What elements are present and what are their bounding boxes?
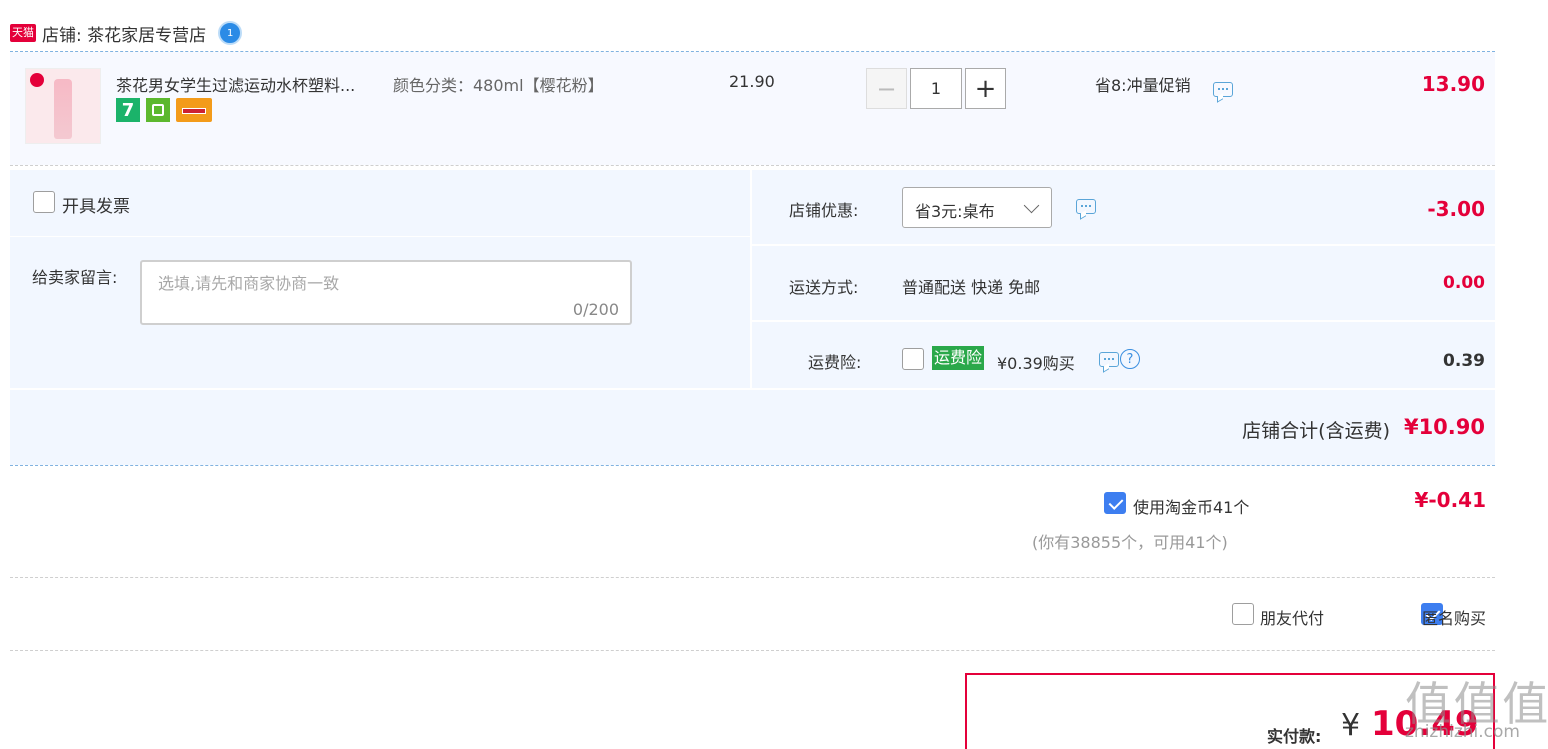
invoice-checkbox[interactable]	[33, 191, 55, 213]
discount-row: 店铺优惠: 省3元:桌布 -3.00	[752, 170, 1495, 246]
discount-amount: -3.00	[1427, 197, 1485, 221]
coins-checkbox[interactable]	[1104, 492, 1126, 514]
item-subtotal: 13.90	[1421, 72, 1485, 96]
shipping-label: 运送方式:	[789, 278, 859, 297]
insurance-amount: 0.39	[1443, 351, 1485, 371]
item-price: 21.90	[729, 72, 775, 91]
coins-amount: ¥-0.41	[1414, 488, 1486, 512]
tmall-badge: 天猫	[10, 24, 36, 42]
insurance-comment-icon[interactable]	[1099, 352, 1119, 367]
insurance-price: ¥0.39购买	[997, 354, 1075, 373]
logo-dot-icon	[30, 73, 44, 87]
payment-label: 实付款:	[1267, 727, 1322, 746]
shipping-value: 普通配送 快递 免邮	[902, 278, 1041, 297]
friend-pay-checkbox[interactable]	[1232, 603, 1254, 625]
item-spec: 颜色分类：480ml【樱花粉】	[393, 76, 604, 95]
store-total-amount: ¥10.90	[1403, 415, 1485, 439]
decrease-button[interactable]: −	[866, 68, 907, 109]
service-icons: 7	[116, 98, 212, 122]
invoice-label[interactable]: 开具发票	[62, 192, 130, 217]
watermark-url: zhizhizhi.com	[1405, 722, 1520, 742]
item-divider	[10, 165, 1495, 166]
promo-comment-icon[interactable]	[1213, 82, 1233, 97]
coins-note: (你有38855个，可用41个)	[1032, 533, 1228, 552]
shipping-amount: 0.00	[1443, 273, 1485, 293]
friend-pay-label[interactable]: 朋友代付	[1260, 605, 1324, 629]
insurance-tag: 运费险	[932, 346, 985, 370]
item-row: 茶花男女学生过滤运动水杯塑料... 颜色分类：480ml【樱花粉】 7 21.9…	[10, 52, 1495, 165]
coins-label[interactable]: 使用淘金币41个	[1133, 494, 1249, 518]
item-name[interactable]: 茶花男女学生过滤运动水杯塑料...	[116, 72, 355, 96]
discount-select[interactable]: 省3元:桌布	[902, 187, 1052, 228]
message-row: 给卖家留言: 选填,请先和商家协商一致 0/200	[10, 238, 750, 388]
item-promo: 省8:冲量促销	[1095, 76, 1191, 95]
quantity-stepper: − 1 +	[866, 68, 1006, 109]
product-image[interactable]	[25, 68, 101, 144]
message-placeholder: 选填,请先和商家协商一致	[158, 274, 340, 293]
guarantee-icon	[146, 98, 170, 122]
discount-selected: 省3元:桌布	[915, 202, 995, 221]
discount-comment-icon[interactable]	[1076, 199, 1096, 214]
chat-icon[interactable]: 1	[218, 21, 243, 45]
increase-button[interactable]: +	[965, 68, 1006, 109]
insurance-checkbox[interactable]	[902, 348, 924, 370]
store-total-label: 店铺合计(含运费)	[1242, 420, 1390, 442]
message-label: 给卖家留言:	[32, 268, 118, 287]
payment-currency: ¥	[1341, 708, 1361, 743]
anonymous-label[interactable]: 匿名购买	[1422, 605, 1486, 629]
message-count: 0/200	[572, 300, 619, 319]
discount-label: 店铺优惠:	[789, 201, 859, 220]
insurance-label: 运费险:	[808, 353, 862, 372]
bottle-icon	[54, 79, 72, 139]
message-input[interactable]: 选填,请先和商家协商一致 0/200	[140, 260, 632, 325]
quantity-input[interactable]: 1	[910, 68, 962, 109]
total-divider	[10, 465, 1495, 466]
help-icon[interactable]: ?	[1120, 349, 1140, 369]
options-divider	[10, 650, 1495, 651]
credit-card-icon	[176, 98, 212, 122]
insurance-row: 运费险: 运费险 ¥0.39购买 ? 0.39	[752, 324, 1495, 388]
store-header: 天猫 店铺: 茶花家居专营店 1	[10, 18, 243, 48]
seven-day-return-icon: 7	[116, 98, 140, 122]
coins-divider	[10, 577, 1495, 578]
invoice-row: 开具发票	[10, 170, 750, 237]
store-title[interactable]: 店铺: 茶花家居专营店	[42, 21, 206, 46]
chevron-down-icon	[1023, 197, 1040, 214]
order-options: 开具发票 给卖家留言: 选填,请先和商家协商一致 0/200 店铺优惠: 省3元…	[10, 170, 1495, 388]
shipping-row: 运送方式: 普通配送 快递 免邮 0.00	[752, 248, 1495, 322]
store-total-row: 店铺合计(含运费) ¥10.90	[10, 390, 1495, 465]
